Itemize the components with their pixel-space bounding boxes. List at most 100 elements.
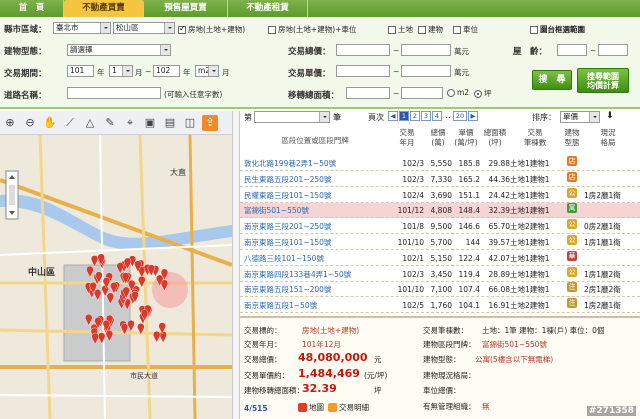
zoom-out-icon[interactable]: ⊖: [22, 115, 38, 131]
map-view[interactable]: 中山區 大直 市民大道: [0, 135, 232, 419]
col-unit[interactable]: 單價 (萬/坪): [452, 128, 480, 148]
cell-addr[interactable]: 富錦街501~550號: [244, 203, 390, 218]
detail-total: 48,080,000: [298, 351, 368, 364]
table-row[interactable]: 民生東路五段201~250號 102/3 7,330 165.2 44.36 土地1建物1…: [240, 171, 640, 187]
search-button[interactable]: 搜 尋: [532, 70, 572, 90]
city-select[interactable]: 臺北市: [53, 22, 111, 34]
age-min-input[interactable]: [557, 44, 587, 56]
map-button[interactable]: 地圖: [298, 402, 324, 413]
page-4[interactable]: 4: [432, 111, 442, 121]
table-row[interactable]: 南京東路五段1~50號 102/5 1,760 104.1 16.91 土地2建物1 住 1房…: [240, 298, 640, 314]
cell-addr[interactable]: 南京東路五段151~200號: [244, 282, 390, 297]
type-parking-check[interactable]: 車位: [453, 24, 478, 35]
total-min-input[interactable]: [336, 44, 390, 56]
unit-m2-radio[interactable]: m2: [447, 88, 469, 97]
tab-property-sale[interactable]: 不動產買賣: [64, 0, 144, 17]
cell-addr[interactable]: 南京東路三段201~250號: [244, 219, 390, 234]
export-icon[interactable]: ⇪: [202, 114, 218, 131]
checkbox[interactable]: [453, 25, 461, 34]
row-range-select[interactable]: [254, 111, 330, 123]
polygon-icon[interactable]: △: [82, 115, 98, 131]
cell-addr[interactable]: 南京東路三段101~150號: [244, 235, 390, 250]
month-end-select[interactable]: m2: [195, 65, 219, 77]
print-icon[interactable]: ▤: [162, 115, 178, 131]
avg-calc-button[interactable]: 搜尋範圍 均價計算: [577, 68, 629, 93]
type-building-check[interactable]: 建物: [418, 24, 443, 35]
page-last[interactable]: 20: [453, 111, 467, 121]
transfer-button[interactable]: 交易明細: [328, 402, 369, 413]
unit-wan: 萬元: [454, 47, 469, 56]
tab-home[interactable]: 首 頁: [0, 0, 64, 17]
pan-hand-icon[interactable]: ✋: [42, 115, 58, 131]
area-min-input[interactable]: [346, 87, 390, 99]
zoom-in-icon[interactable]: ⊕: [2, 115, 18, 131]
age-max-input[interactable]: [598, 44, 628, 56]
record-count: 4/515: [244, 404, 268, 413]
cell-layout: 0房2廳1衛: [584, 222, 621, 232]
next-page-icon[interactable]: ▶: [468, 111, 478, 121]
unit-ping-radio[interactable]: 坪: [474, 88, 492, 99]
col-parts[interactable]: 交易 筆棟數: [510, 128, 560, 148]
locate-icon[interactable]: ⌖: [122, 115, 138, 131]
sort-select[interactable]: 單價: [560, 111, 600, 123]
table-row[interactable]: 富錦街501~550號 101/12 4,808 148.4 32.39 土地1建物1 寓: [240, 203, 640, 219]
type-house-check[interactable]: 房地(土地+建物): [178, 24, 245, 35]
measure-icon[interactable]: ⟋: [62, 115, 78, 131]
page-2[interactable]: 2: [410, 111, 420, 121]
cell-area: 24.42: [488, 190, 510, 200]
cell-addr[interactable]: 民生東路五段201~250號: [244, 172, 390, 187]
col-area[interactable]: 總面積 (坪): [480, 128, 510, 148]
prev-page-icon[interactable]: ◀: [388, 111, 398, 121]
month-start-select[interactable]: 1: [109, 65, 133, 77]
road-input[interactable]: [67, 87, 161, 99]
btype-select[interactable]: 請選擇: [67, 44, 171, 56]
pane-divider[interactable]: [232, 111, 240, 419]
cell-addr[interactable]: 八德路三段101~150號: [244, 251, 390, 266]
erase-icon[interactable]: ✎: [102, 115, 118, 131]
table-row[interactable]: 八德路三段101~150號 102/1 5,150 122.4 42.07 土地1建物1 華: [240, 250, 640, 266]
table-row[interactable]: 民權東路三段101~150號 102/4 3,690 151.1 24.42 土地1建物1…: [240, 187, 640, 203]
area-select[interactable]: 松山區: [113, 22, 175, 34]
unitprice-max-input[interactable]: [401, 65, 451, 77]
cell-addr[interactable]: 敦化北路199巷2弄1~50號: [244, 156, 390, 171]
map-label-road: 市民大道: [130, 372, 158, 380]
col-layout[interactable]: 現況 格局: [584, 128, 632, 148]
year-start-input[interactable]: 101: [67, 65, 94, 77]
tab-rental[interactable]: 不動產租賃: [228, 0, 308, 17]
col-type[interactable]: 建物 型態: [560, 128, 584, 148]
checkbox[interactable]: [418, 25, 426, 34]
checkbox[interactable]: [268, 25, 276, 34]
cell-addr[interactable]: 南京東路四段133巷4弄1~50號: [244, 267, 390, 282]
table-row[interactable]: 南京東路四段133巷4弄1~50號 102/3 3,450 119.4 28.89 土地1…: [240, 266, 640, 282]
table-row[interactable]: 敦化北路199巷2弄1~50號 102/3 5,550 185.8 29.88 土地1建物…: [240, 156, 640, 171]
year-end-input[interactable]: 102: [153, 65, 180, 77]
table-row[interactable]: 南京東路三段201~250號 101/8 9,500 146.6 65.70 土地2建物1…: [240, 219, 640, 235]
tab-presale[interactable]: 預售屋買賣: [144, 0, 228, 17]
page-1[interactable]: 1: [399, 111, 409, 121]
type-land-check[interactable]: 土地: [388, 24, 413, 35]
area-max-input[interactable]: [401, 87, 443, 99]
table-row[interactable]: 南京東路五段151~200號 101/10 7,100 107.4 66.08 土地1建物…: [240, 282, 640, 298]
type-house-parking-check[interactable]: 房地(土地+建物)+車位: [268, 24, 356, 35]
total-max-input[interactable]: [401, 44, 451, 56]
cell-addr[interactable]: 民權東路三段101~150號: [244, 188, 390, 203]
col-addr[interactable]: 區段位置或區段門牌: [240, 136, 390, 146]
fullscreen-icon[interactable]: ▣: [142, 115, 158, 131]
unitprice-min-input[interactable]: [336, 65, 390, 77]
cell-total: 3,690: [430, 190, 452, 200]
table-row[interactable]: 南京東路三段101~150號 101/10 5,700 144 39.57 土地1建物1 公…: [240, 235, 640, 250]
col-total[interactable]: 總價 (萬): [424, 128, 452, 148]
sort-down-icon[interactable]: ⬇: [606, 111, 614, 121]
cell-unit: 185.8: [458, 159, 480, 168]
cell-parts: 土地1建物1: [510, 190, 550, 200]
checkbox[interactable]: [178, 24, 186, 34]
bbox-check[interactable]: 圖台框選範圍: [530, 24, 585, 35]
radio-icon[interactable]: [447, 88, 455, 97]
page-3[interactable]: 3: [421, 111, 431, 121]
radio-icon[interactable]: [474, 89, 482, 98]
cell-addr[interactable]: 南京東路五段1~50號: [244, 298, 390, 313]
checkbox[interactable]: [530, 25, 538, 34]
checkbox[interactable]: [388, 25, 396, 34]
layer-icon[interactable]: ◫: [182, 115, 198, 131]
col-ym[interactable]: 交易 年月: [390, 128, 424, 148]
